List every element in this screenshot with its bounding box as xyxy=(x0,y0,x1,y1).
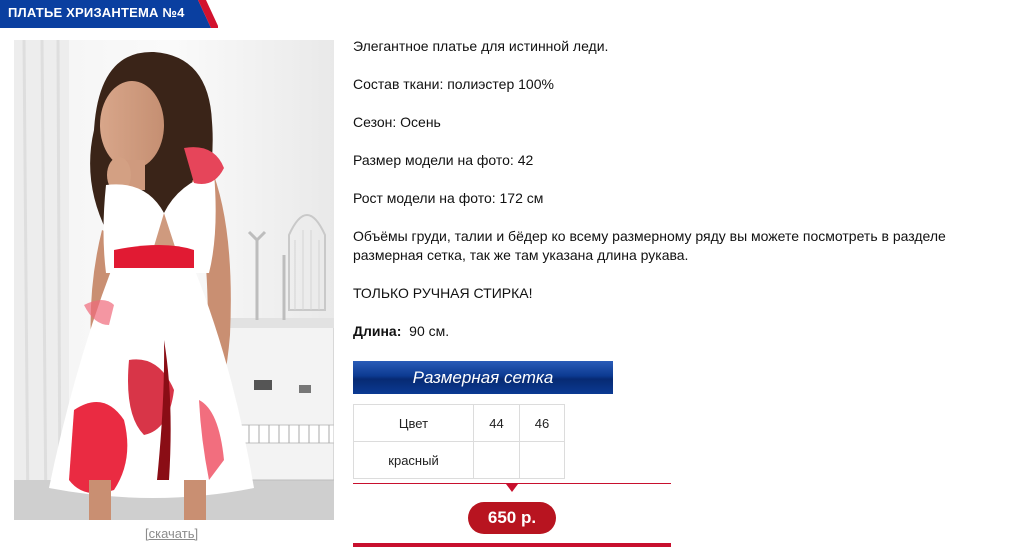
table-header-color: Цвет xyxy=(353,404,474,442)
description-line: Объёмы груди, талии и бёдер ко всему раз… xyxy=(353,228,946,263)
size-chart-table: Цвет 44 46 красный xyxy=(353,404,565,479)
table-header-size: 44 xyxy=(473,404,520,442)
length-label: Длина: xyxy=(353,323,402,339)
table-cell-size xyxy=(519,441,565,479)
table-row: красный xyxy=(353,441,565,479)
table-cell-color: красный xyxy=(353,441,474,479)
price-pointer-icon xyxy=(506,484,518,492)
product-title-banner: ПЛАТЬЕ ХРИЗАНТЕМА №4 xyxy=(0,0,218,28)
description-line: Состав ткани: полиэстер 100% xyxy=(353,76,554,92)
length-line: Длина: 90 см. xyxy=(353,322,1013,341)
description-line: Элегантное платье для истинной леди. xyxy=(353,38,609,54)
product-title: ПЛАТЬЕ ХРИЗАНТЕМА №4 xyxy=(8,5,185,20)
product-description: Элегантное платье для истинной леди. Сос… xyxy=(353,37,1013,360)
length-value: 90 см. xyxy=(409,323,450,339)
description-line: Размер модели на фото: 42 xyxy=(353,152,534,168)
table-row: Цвет 44 46 xyxy=(353,404,565,442)
description-line: Рост модели на фото: 172 см xyxy=(353,190,544,206)
table-cell-size xyxy=(473,441,520,479)
product-photo[interactable] xyxy=(14,40,334,520)
description-line: Сезон: Осень xyxy=(353,114,441,130)
description-line: ТОЛЬКО РУЧНАЯ СТИРКА! xyxy=(353,285,533,301)
dress-photo-illustration xyxy=(14,40,334,520)
table-header-size: 46 xyxy=(519,404,565,442)
price-badge: 650 р. xyxy=(468,502,556,534)
download-link[interactable]: [скачать] xyxy=(145,526,198,541)
price-bottom-bar xyxy=(353,543,671,547)
size-chart-button[interactable]: Размерная сетка xyxy=(353,361,613,394)
